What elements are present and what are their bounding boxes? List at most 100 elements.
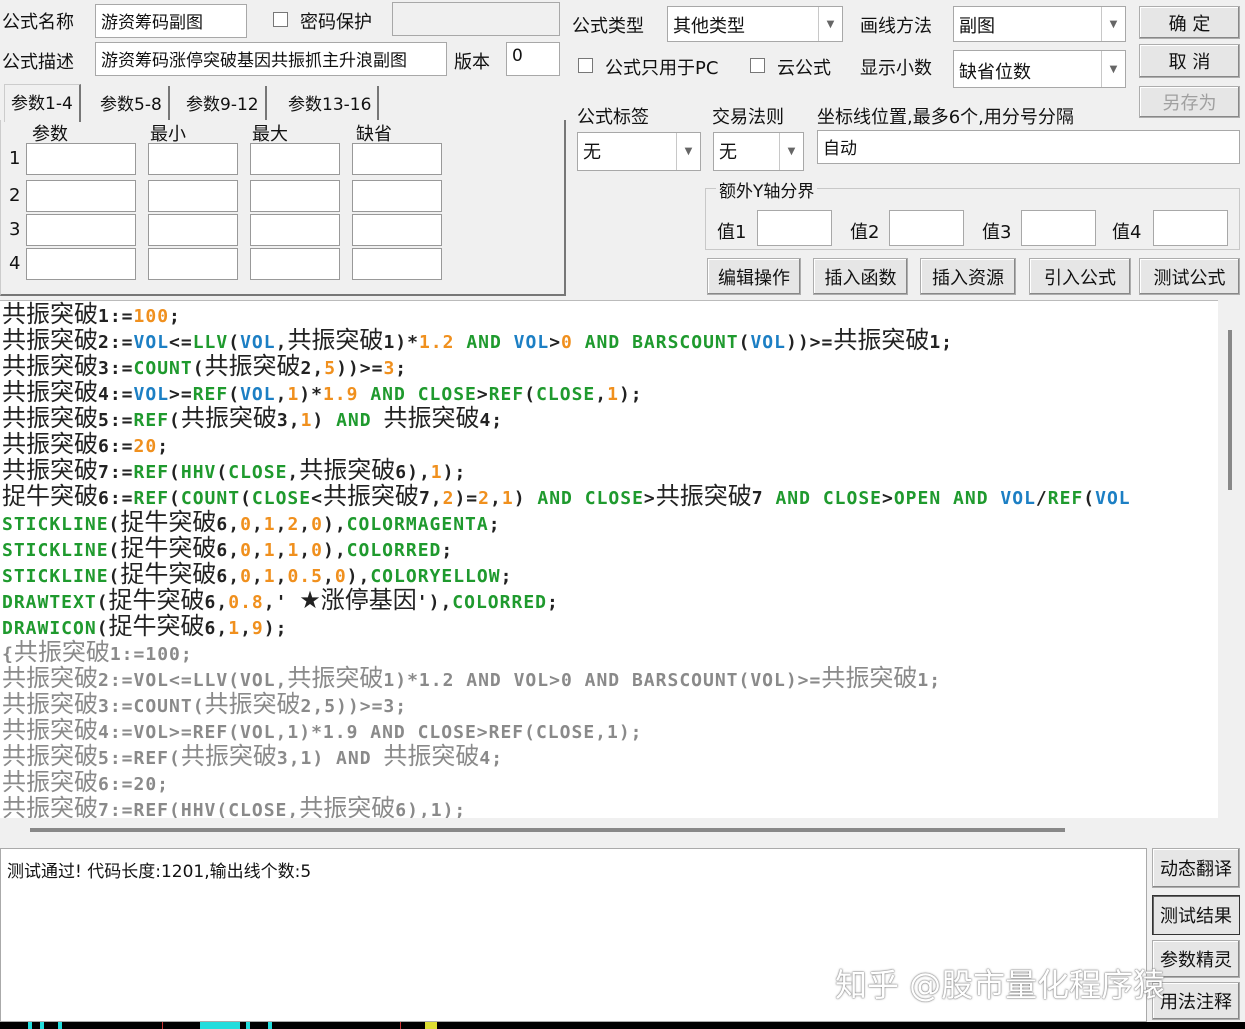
code-token: '),	[416, 592, 453, 613]
formula-desc-input[interactable]: 游资筹码涨停突破基因共振抓主升浪副图	[95, 42, 447, 76]
tab-params-5-8[interactable]: 参数5-8	[94, 86, 170, 120]
trade-rule-label: 交易法则	[712, 107, 784, 128]
insert-resource-button[interactable]: 插入资源	[920, 258, 1016, 295]
formula-type-select[interactable]: 其他类型 ▼	[667, 6, 843, 42]
param-default-input[interactable]	[352, 180, 442, 212]
value1-label: 值1	[717, 222, 747, 243]
formula-type-label: 公式类型	[572, 16, 644, 37]
tab-params-9-12[interactable]: 参数9-12	[180, 86, 267, 120]
code-token: 20	[133, 436, 158, 457]
code-token: 9	[251, 618, 264, 639]
code-token: 共振突破	[2, 690, 98, 718]
formula-type-value: 其他类型	[673, 16, 745, 37]
code-token: 6:=	[98, 436, 134, 457]
code-line: 共振突破6:=20;	[0, 431, 1218, 457]
cancel-button[interactable]: 取 消	[1139, 44, 1240, 78]
param-default-input[interactable]	[352, 143, 442, 175]
code-token: 1)*	[383, 332, 419, 353]
code-line-comment: {共振突破1:=100;	[0, 639, 1218, 665]
code-token: <	[311, 488, 323, 509]
save-as-button[interactable]: 另存为	[1139, 86, 1240, 118]
param-max-input[interactable]	[250, 180, 340, 212]
code-token: 捉牛突破	[108, 586, 205, 614]
code-token: /	[1035, 488, 1048, 509]
param-default-input[interactable]	[352, 248, 442, 280]
code-token: COLORRED	[346, 540, 442, 561]
code-token: 3	[383, 358, 396, 379]
code-token: )=	[454, 488, 479, 509]
param-min-input[interactable]	[148, 214, 238, 246]
code-token: COLORMAGENTA	[346, 514, 489, 535]
code-token: 共振突破	[655, 482, 752, 510]
insert-function-button[interactable]: 插入函数	[813, 258, 908, 295]
password-input[interactable]	[392, 2, 560, 36]
code-token: ,	[299, 540, 312, 561]
code-token: VOL	[513, 332, 550, 353]
code-token: 0.5	[287, 566, 323, 587]
watermark: 知乎 @股市量化程序猿	[835, 966, 1166, 1004]
usage-notes-button[interactable]: 用法注释	[1152, 982, 1240, 1020]
code-token: 6),1);	[395, 800, 467, 818]
ok-button[interactable]: 确 定	[1139, 6, 1240, 39]
formula-tag-select[interactable]: 无 ▼	[577, 132, 701, 171]
param-name-input[interactable]	[26, 248, 136, 280]
value1-input[interactable]	[757, 210, 832, 246]
dynamic-translate-button[interactable]: 动态翻译	[1152, 848, 1240, 888]
import-formula-button[interactable]: 引入公式	[1029, 258, 1131, 295]
code-token: DRAWTEXT	[2, 592, 97, 613]
version-input[interactable]: 0	[506, 42, 560, 76]
code-token: 1	[287, 384, 300, 405]
test-result-button[interactable]: 测试结果	[1152, 895, 1240, 935]
param-min-input[interactable]	[148, 143, 238, 175]
code-editor[interactable]: 共振突破1:=100; 共振突破2:=VOL<=LLV(VOL,共振突破1)*1.…	[0, 300, 1218, 818]
code-token: (	[169, 410, 181, 431]
draw-method-select[interactable]: 副图 ▼	[953, 6, 1126, 42]
code-token: VOL	[1000, 488, 1036, 509]
code-token: 共振突破	[287, 326, 384, 354]
param-max-input[interactable]	[250, 248, 340, 280]
test-formula-button[interactable]: 测试公式	[1139, 258, 1240, 295]
trade-rule-select[interactable]: 无 ▼	[713, 132, 804, 171]
param-name-input[interactable]	[26, 143, 136, 175]
value4-input[interactable]	[1153, 210, 1228, 246]
extra-y-axis-title: 额外Y轴分界	[716, 177, 818, 202]
password-protect-checkbox[interactable]	[273, 12, 288, 27]
code-token: );	[618, 384, 643, 405]
code-token: 2	[287, 514, 300, 535]
horizontal-scrollbar[interactable]	[0, 818, 1242, 842]
param-wizard-button[interactable]: 参数精灵	[1152, 940, 1240, 978]
code-token: 1	[607, 384, 619, 405]
param-default-input[interactable]	[352, 214, 442, 246]
param-row-number: 4	[9, 253, 21, 274]
code-token: 捉牛突破	[120, 560, 217, 588]
code-token: 7:=REF(HHV(CLOSE,	[98, 800, 300, 818]
tab-params-1-4[interactable]: 参数1-4	[4, 84, 81, 122]
scrollbar-thumb[interactable]	[30, 828, 1065, 832]
param-max-input[interactable]	[250, 214, 340, 246]
edit-operation-button[interactable]: 编辑操作	[707, 258, 801, 295]
value2-input[interactable]	[889, 210, 964, 246]
value3-input[interactable]	[1021, 210, 1096, 246]
param-name-input[interactable]	[26, 180, 136, 212]
decimal-select[interactable]: 缺省位数 ▼	[953, 50, 1126, 88]
scrollbar-thumb[interactable]	[1228, 330, 1232, 490]
formula-name-input[interactable]: 游资筹码副图	[95, 4, 247, 38]
code-token: ,	[275, 332, 288, 353]
code-token: 共振突破	[204, 352, 301, 380]
cloud-formula-checkbox[interactable]	[750, 58, 765, 73]
tab-params-13-16[interactable]: 参数13-16	[282, 86, 380, 120]
code-token: VOL	[750, 332, 786, 353]
vertical-scrollbar[interactable]	[1218, 300, 1242, 818]
axis-position-input[interactable]: 自动	[817, 130, 1240, 164]
code-token: CLOSE	[228, 462, 288, 483]
param-min-input[interactable]	[148, 248, 238, 280]
code-token: 1	[430, 462, 443, 483]
code-token: >=	[169, 384, 193, 405]
code-token: ,	[251, 514, 264, 535]
pc-only-checkbox[interactable]	[578, 58, 593, 73]
param-max-input[interactable]	[250, 143, 340, 175]
param-min-input[interactable]	[148, 180, 238, 212]
param-name-input[interactable]	[26, 214, 136, 246]
